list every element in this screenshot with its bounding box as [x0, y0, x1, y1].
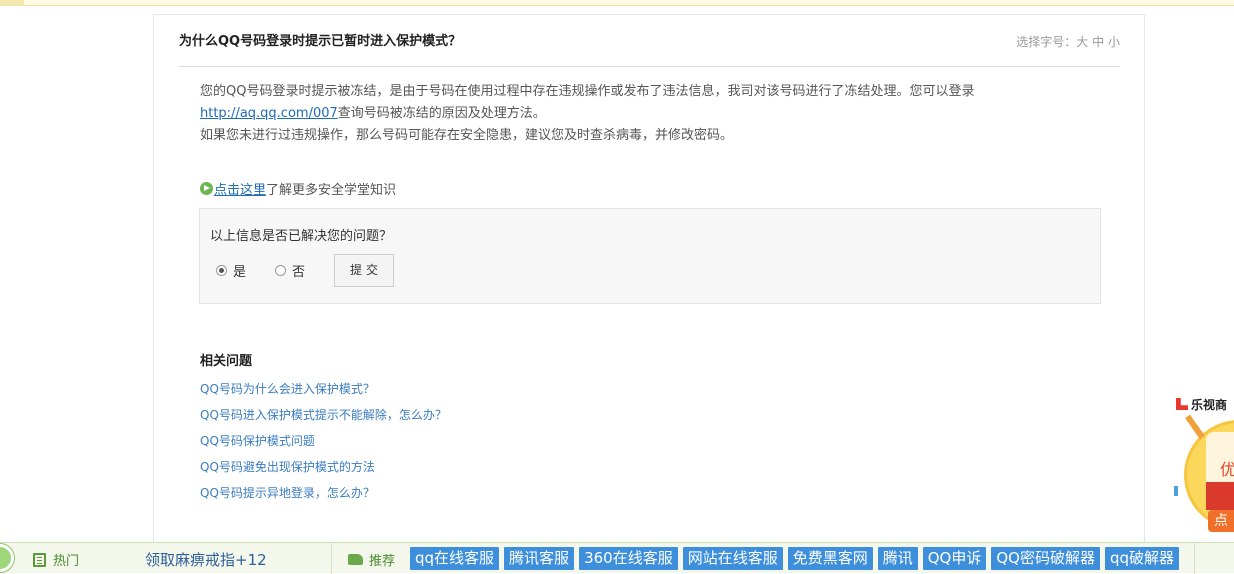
font-size-large[interactable]: 大	[1076, 35, 1088, 49]
answer-text: 您的QQ号码登录时提示被冻结，是由于号码在使用过程中存在违规操作或发布了违法信息…	[200, 84, 975, 99]
letv-logo-icon	[1176, 398, 1188, 410]
radio-yes-dot[interactable]	[216, 265, 227, 276]
question-title: 为什么QQ号码登录时提示已暂时进入保护模式？	[179, 34, 462, 49]
answer-text-after: 查询号码被冻结的原因及处理方法。	[337, 106, 546, 121]
hand-icon	[348, 554, 363, 565]
answer-paragraph-1: 您的QQ号码登录时提示被冻结，是由于号码在使用过程中存在违规操作或发布了违法信息…	[200, 81, 1030, 125]
radio-yes-label: 是	[233, 265, 247, 280]
radio-no[interactable]: 否	[275, 261, 305, 280]
aq-link[interactable]: http://aq.qq.com/007	[200, 106, 338, 121]
tag-website-online-service[interactable]: 网站在线客服	[682, 547, 783, 570]
tag-qq-cracker[interactable]: qq破解器	[1105, 547, 1180, 570]
top-notification-strip	[0, 0, 1234, 6]
hot-link[interactable]: 领取麻痹戒指+12	[145, 549, 267, 570]
related-item[interactable]: QQ号码进入保护模式提示不能解除，怎么办？	[200, 402, 447, 428]
feedback-question: 以上信息是否已解决您的问题？	[210, 229, 393, 244]
tag-free-hacker-site[interactable]: 免费黑客网	[787, 547, 873, 570]
tag-tencent-service[interactable]: 腾讯客服	[504, 547, 575, 570]
faq-card: 为什么QQ号码登录时提示已暂时进入保护模式？ 选择字号：大 中 小 您的QQ号码…	[153, 14, 1145, 544]
recommend-label: 推荐	[369, 554, 396, 569]
card-header: 为什么QQ号码登录时提示已暂时进入保护模式？ 选择字号：大 中 小	[179, 33, 1120, 67]
radio-no-label: 否	[292, 265, 306, 280]
tag-qq-online-service[interactable]: qq在线客服	[410, 547, 500, 570]
radio-yes[interactable]: 是	[216, 261, 246, 280]
ad-red-block	[1206, 482, 1234, 510]
ad-button[interactable]: 点	[1208, 510, 1234, 532]
related-item[interactable]: QQ号码避免出现保护模式的方法	[200, 454, 447, 480]
book-icon	[33, 552, 46, 567]
tag-qq-password-cracker[interactable]: QQ密码破解器	[991, 547, 1100, 570]
radio-no-dot[interactable]	[275, 265, 286, 276]
related-list: QQ号码为什么会进入保护模式？ QQ号码进入保护模式提示不能解除，怎么办？ QQ…	[200, 376, 447, 506]
arrow-right-icon	[200, 181, 213, 195]
font-size-selector: 选择字号：大 中 小	[1016, 34, 1120, 50]
font-size-medium[interactable]: 中	[1092, 35, 1104, 49]
bottom-bar-circle-icon[interactable]	[0, 544, 14, 572]
tag-qq-appeal[interactable]: QQ申诉	[922, 547, 987, 570]
feedback-box: 以上信息是否已解决您的问题？ 是 否 提交	[199, 208, 1101, 304]
more-knowledge-row: 点击这里 了解更多安全学堂知识	[200, 180, 396, 202]
top-strip-notch	[0, 0, 24, 6]
click-here-link[interactable]: 点击这里	[214, 180, 266, 202]
recommend-section: 推荐	[348, 550, 395, 569]
ad-text: 优	[1220, 460, 1234, 479]
submit-button[interactable]: 提交	[334, 254, 394, 287]
bottom-bar: 热门 领取麻痹戒指+12 推荐 qq在线客服 腾讯客服 360在线客服 网站在线…	[0, 542, 1234, 574]
pencil-icon	[1185, 414, 1205, 440]
related-title: 相关问题	[200, 354, 253, 369]
ad-brand-text: 乐视商	[1191, 398, 1228, 412]
ad-brand: 乐视商	[1176, 396, 1227, 413]
bottom-right-divider	[1194, 543, 1195, 574]
related-item[interactable]: QQ号码为什么会进入保护模式？	[200, 376, 447, 402]
recommend-tags: qq在线客服 腾讯客服 360在线客服 网站在线客服 免费黑客网 腾讯 QQ申诉…	[410, 547, 1184, 570]
answer-body: 您的QQ号码登录时提示被冻结，是由于号码在使用过程中存在违规操作或发布了违法信息…	[200, 81, 1030, 147]
hot-label: 热门	[53, 554, 80, 569]
bottom-divider	[331, 543, 332, 574]
tag-tencent[interactable]: 腾讯	[877, 547, 918, 570]
related-item[interactable]: QQ号码保护模式问题	[200, 428, 447, 454]
font-size-small[interactable]: 小	[1108, 35, 1120, 49]
floating-ad[interactable]: 乐视商 优 点	[1172, 390, 1234, 540]
hot-section: 热门	[33, 550, 79, 569]
font-size-label: 选择字号：	[1016, 35, 1077, 49]
answer-paragraph-2: 如果您未进行过违规操作，那么号码可能存在安全隐患，建议您及时查杀病毒，并修改密码…	[200, 128, 734, 143]
related-item[interactable]: QQ号码提示异地登录，怎么办？	[200, 480, 447, 506]
ad-decoration	[1174, 486, 1178, 496]
tag-360-online-service[interactable]: 360在线客服	[579, 547, 678, 570]
more-knowledge-text: 了解更多安全学堂知识	[266, 183, 397, 198]
